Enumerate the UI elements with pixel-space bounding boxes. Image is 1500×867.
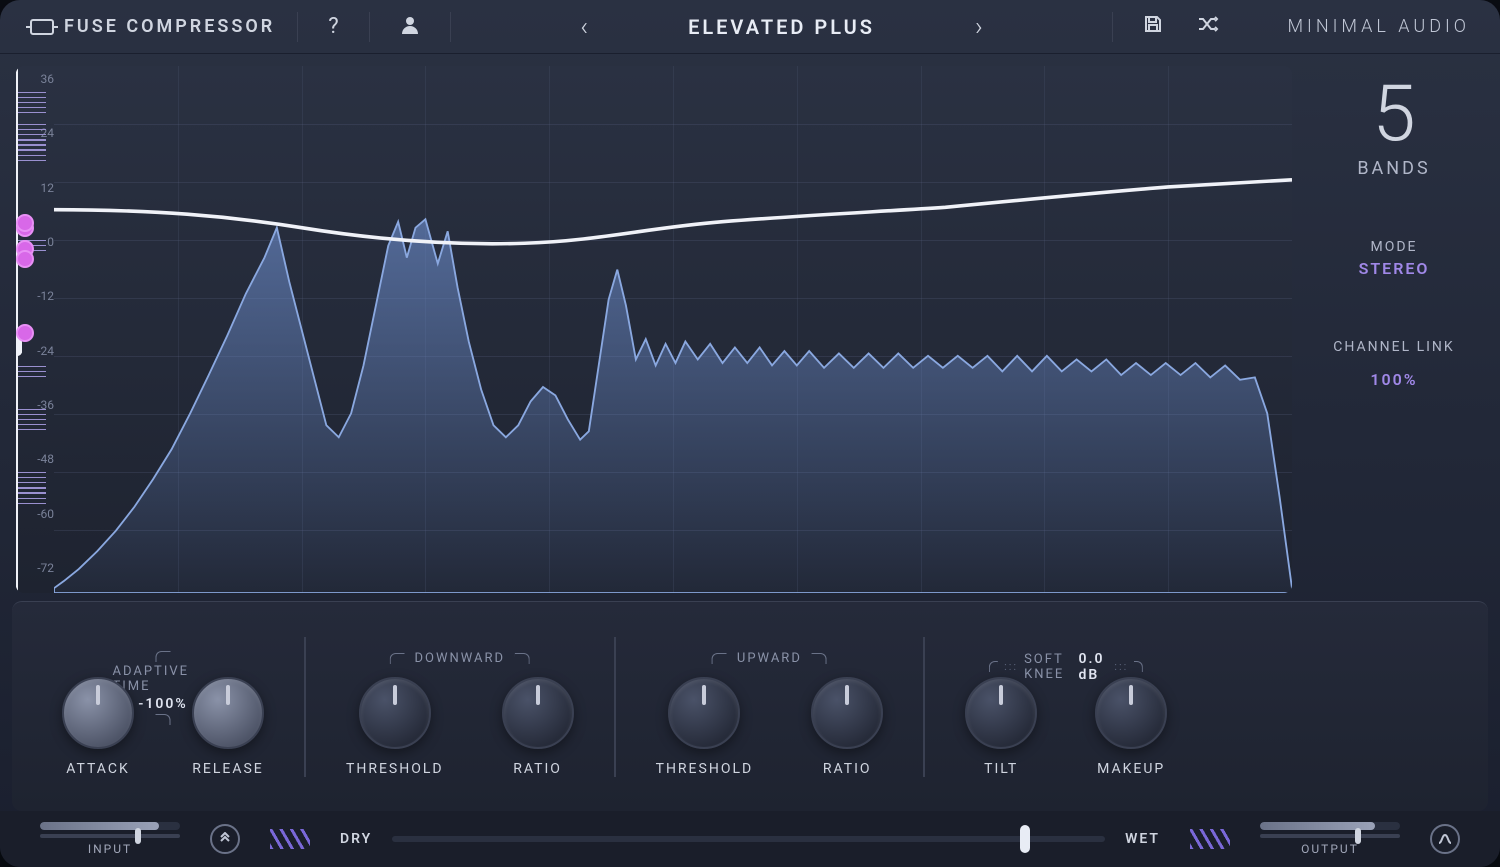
dry-wet-track[interactable]	[392, 836, 1105, 842]
output-section: ::: SOFT KNEE 0.0 dB ::: TILT MAKEUP	[965, 637, 1167, 777]
release-knob[interactable]	[192, 677, 264, 749]
channel-link-group[interactable]: CHANNEL LINK 100%	[1333, 338, 1454, 389]
downward-section: DOWNWARD THRESHOLD RATIO	[346, 637, 574, 777]
header-bar: FUSE COMPRESSOR ? ‹ ELEVATED PLUS › MINI…	[0, 0, 1500, 54]
release-knob-group: RELEASE	[192, 677, 264, 777]
tilt-knob[interactable]	[965, 677, 1037, 749]
dry-wet-handle[interactable]	[1020, 825, 1030, 853]
main-area: 36 24 12 0 -12 -24 -36 -48 -60 -72	[0, 54, 1500, 593]
input-meter-group: INPUT	[40, 822, 180, 856]
preset-next-icon[interactable]: ›	[975, 12, 983, 42]
bands-label: BANDS	[1357, 158, 1430, 179]
side-panel: 5 BANDS MODE STEREO CHANNEL LINK 100%	[1304, 66, 1484, 593]
output-meter-group: OUTPUT	[1260, 822, 1400, 856]
footer-bar: INPUT DRY WET OUTPUT	[0, 811, 1500, 867]
input-meter	[40, 822, 180, 830]
mode-group[interactable]: MODE STEREO	[1359, 239, 1430, 278]
band-node-3[interactable]	[16, 214, 34, 232]
user-icon[interactable]	[392, 10, 428, 44]
input-expand-icon[interactable]	[210, 824, 240, 854]
spectrum-display[interactable]: 36 24 12 0 -12 -24 -36 -48 -60 -72	[16, 66, 1292, 593]
attack-knob[interactable]	[62, 677, 134, 749]
plugin-title: FUSE COMPRESSOR	[64, 16, 275, 37]
upward-section: UPWARD THRESHOLD RATIO	[656, 637, 884, 777]
downward-threshold-knob[interactable]	[359, 677, 431, 749]
dry-wet-slider: DRY WET	[340, 831, 1160, 847]
preset-navigator: ‹ ELEVATED PLUS ›	[473, 12, 1091, 42]
preset-prev-icon[interactable]: ‹	[580, 12, 588, 42]
save-icon[interactable]	[1135, 10, 1171, 44]
plugin-logo-icon	[30, 19, 54, 35]
makeup-knob[interactable]	[1095, 677, 1167, 749]
preset-name[interactable]: ELEVATED PLUS	[688, 15, 875, 39]
spectrum-svg	[54, 66, 1292, 593]
adaptive-section: ADAPTIVE TIME -100% ATTACK RELEASE	[62, 637, 264, 777]
downward-ratio-knob[interactable]	[502, 677, 574, 749]
output-fader[interactable]	[1260, 834, 1400, 838]
attack-knob-group: ATTACK	[62, 677, 134, 777]
shuffle-icon[interactable]	[1189, 10, 1227, 44]
output-meter	[1260, 822, 1400, 830]
bands-count[interactable]: 5	[1372, 76, 1415, 154]
input-fader[interactable]	[40, 834, 180, 838]
accent-stripes-right	[1190, 829, 1230, 849]
plugin-window: FUSE COMPRESSOR ? ‹ ELEVATED PLUS › MINI…	[0, 0, 1500, 867]
upward-threshold-knob[interactable]	[668, 677, 740, 749]
accent-stripes-left	[270, 829, 310, 849]
controls-panel: ADAPTIVE TIME -100% ATTACK RELEASE DOWNW…	[12, 601, 1488, 811]
help-icon[interactable]: ?	[320, 10, 346, 43]
upward-ratio-knob[interactable]	[811, 677, 883, 749]
output-curve-icon[interactable]	[1430, 824, 1460, 854]
brand-label: MINIMAL AUDIO	[1287, 16, 1470, 37]
